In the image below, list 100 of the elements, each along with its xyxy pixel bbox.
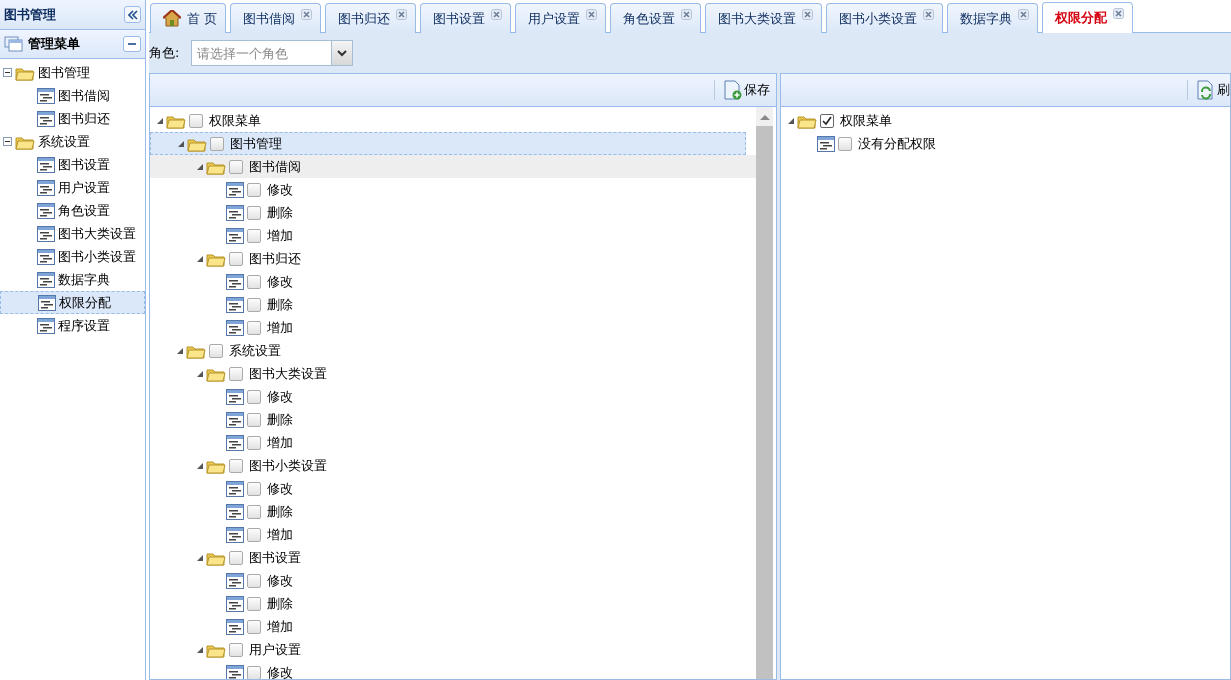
tree-node[interactable]: 权限菜单 (150, 109, 756, 132)
form-icon (37, 110, 55, 127)
checkbox[interactable] (247, 596, 261, 611)
tab[interactable]: 权限分配 (1042, 2, 1134, 33)
checkbox[interactable] (229, 642, 243, 657)
tree-node[interactable]: 图书小类设置 (150, 454, 756, 477)
checkbox[interactable] (229, 251, 243, 266)
tree-node[interactable]: 图书借阅 (150, 155, 756, 178)
tree-node[interactable]: 用户设置 (150, 638, 756, 661)
checkbox[interactable] (247, 389, 261, 404)
node-label: 修改 (267, 479, 293, 498)
checkbox[interactable] (247, 320, 261, 335)
tree-node[interactable]: 增加 (150, 615, 756, 638)
checkbox[interactable] (247, 182, 261, 197)
menu-item[interactable]: 图书管理 (0, 61, 145, 84)
checkbox[interactable] (229, 366, 243, 381)
tree-node[interactable]: 增加 (150, 523, 756, 546)
tree-node[interactable]: 修改 (150, 385, 756, 408)
node-label: 系统设置 (229, 341, 281, 360)
tree-node[interactable]: 删除 (150, 500, 756, 523)
checkbox[interactable] (247, 274, 261, 289)
checkbox[interactable] (189, 113, 203, 128)
checkbox[interactable] (210, 136, 224, 151)
tree-node[interactable]: 修改 (150, 661, 756, 679)
form-icon (226, 388, 244, 405)
tree-node[interactable]: 增加 (150, 316, 756, 339)
menu-item[interactable]: 图书大类设置 (0, 222, 145, 245)
tree-node[interactable]: 删除 (150, 408, 756, 431)
node-label: 没有分配权限 (858, 134, 936, 153)
tree-node[interactable]: 增加 (150, 431, 756, 454)
tree-node[interactable]: 权限菜单 (781, 109, 1230, 132)
checkbox[interactable] (229, 159, 243, 174)
tree-node[interactable]: 删除 (150, 592, 756, 615)
checkbox[interactable] (247, 297, 261, 312)
checkbox[interactable] (247, 412, 261, 427)
menu-item[interactable]: 图书归还 (0, 107, 145, 130)
tab[interactable]: 首 页 (150, 3, 227, 33)
tab[interactable]: 图书小类设置 (826, 3, 944, 33)
menu-item[interactable]: 图书设置 (0, 153, 145, 176)
checkbox[interactable] (247, 619, 261, 634)
triangle-icon (196, 254, 204, 263)
menu-item[interactable]: 程序设置 (0, 314, 145, 337)
tree-node[interactable]: 没有分配权限 (781, 132, 1230, 155)
tab[interactable]: 角色设置 (610, 3, 702, 33)
tree-node[interactable]: 图书归还 (150, 247, 756, 270)
checkbox[interactable] (247, 481, 261, 496)
expand-toggle[interactable] (3, 68, 12, 77)
tree-node[interactable]: 修改 (150, 477, 756, 500)
document-add-icon (723, 80, 743, 100)
role-combobox[interactable]: 请选择一个角色 (191, 40, 354, 66)
form-icon (38, 294, 56, 311)
checkbox[interactable] (247, 205, 261, 220)
save-button[interactable]: 保存 (723, 80, 770, 100)
checkbox[interactable] (247, 573, 261, 588)
refresh-button[interactable]: 刷 (1196, 80, 1230, 100)
checkbox[interactable] (247, 228, 261, 243)
node-label: 权限菜单 (840, 111, 892, 130)
checkbox[interactable] (229, 458, 243, 473)
menu-item[interactable]: 用户设置 (0, 176, 145, 199)
dropdown-button[interactable] (331, 41, 353, 65)
menu-item[interactable]: 权限分配 (0, 291, 145, 314)
checkbox[interactable] (209, 343, 223, 358)
menu-item[interactable]: 图书小类设置 (0, 245, 145, 268)
collapse-button[interactable] (123, 36, 141, 52)
tree-node[interactable]: 删除 (150, 293, 756, 316)
tab[interactable]: 图书设置 (420, 3, 512, 33)
tab[interactable]: 图书归还 (325, 3, 417, 33)
tab[interactable]: 图书大类设置 (705, 3, 823, 33)
checkbox[interactable] (247, 435, 261, 450)
checkbox[interactable] (247, 665, 261, 679)
tree-node[interactable]: 图书大类设置 (150, 362, 756, 385)
scrollbar[interactable] (756, 107, 773, 679)
tree-node[interactable]: 增加 (150, 224, 756, 247)
role-label: 角色: (149, 44, 180, 62)
tree-node[interactable]: 图书管理 (150, 132, 746, 155)
checkbox[interactable] (820, 113, 834, 128)
menu-item[interactable]: 图书借阅 (0, 84, 145, 107)
tree-node[interactable]: 图书设置 (150, 546, 756, 569)
home-icon (163, 10, 181, 27)
form-icon (37, 225, 55, 242)
node-label: 图书归还 (249, 249, 301, 268)
document-refresh-icon (1196, 80, 1216, 100)
tab[interactable]: 数据字典 (947, 3, 1039, 33)
expand-toggle[interactable] (3, 137, 12, 146)
checkbox[interactable] (247, 504, 261, 519)
tab[interactable]: 用户设置 (515, 3, 607, 33)
checkbox[interactable] (229, 550, 243, 565)
scroll-up-icon[interactable] (759, 115, 770, 120)
tree-node[interactable]: 修改 (150, 270, 756, 293)
collapse-button[interactable] (124, 6, 141, 23)
tab[interactable]: 图书借阅 (230, 3, 322, 33)
tree-node[interactable]: 修改 (150, 569, 756, 592)
checkbox[interactable] (838, 136, 852, 151)
menu-item[interactable]: 系统设置 (0, 130, 145, 153)
menu-item[interactable]: 数据字典 (0, 268, 145, 291)
menu-item[interactable]: 角色设置 (0, 199, 145, 222)
tree-node[interactable]: 修改 (150, 178, 756, 201)
tree-node[interactable]: 系统设置 (150, 339, 756, 362)
checkbox[interactable] (247, 527, 261, 542)
tree-node[interactable]: 删除 (150, 201, 756, 224)
